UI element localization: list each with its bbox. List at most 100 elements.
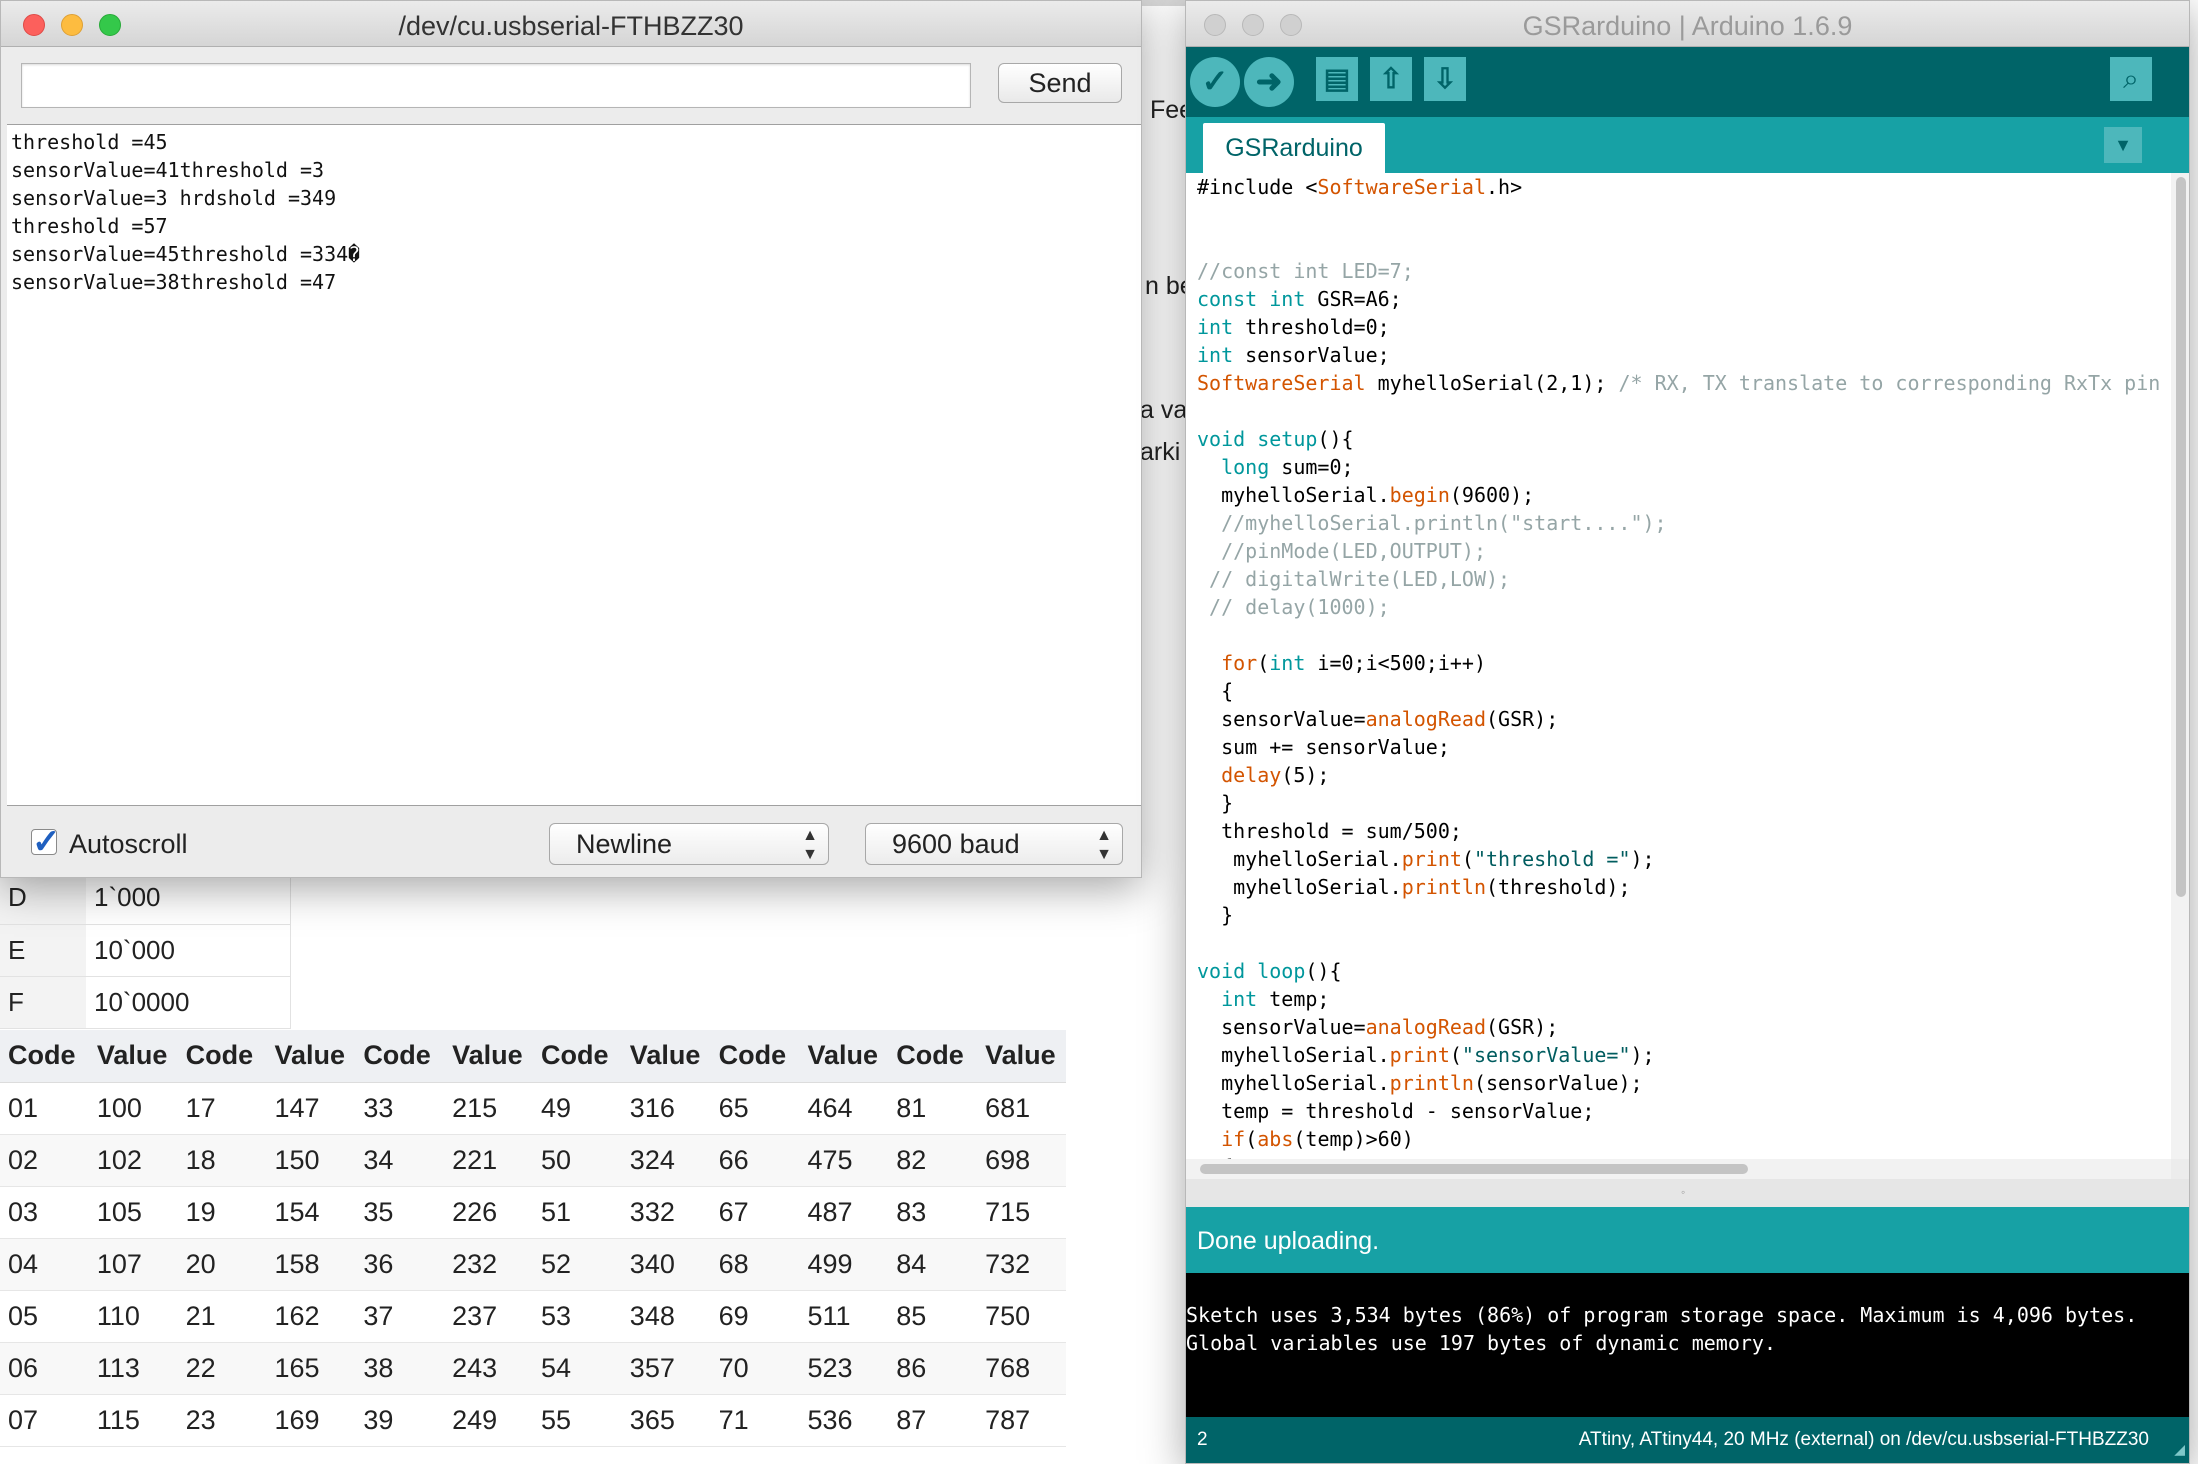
code-cell: 67 bbox=[710, 1186, 800, 1239]
code-token: ( bbox=[1257, 651, 1270, 675]
magnifier-icon: ⌕ bbox=[2123, 63, 2139, 94]
code-token: myhelloSerial(2,1); bbox=[1365, 371, 1619, 395]
value-cell: 715 bbox=[977, 1186, 1066, 1239]
tab-gsrarduino[interactable]: GSRarduino bbox=[1203, 123, 1385, 173]
value-cell: 243 bbox=[444, 1342, 533, 1395]
letter-code-cell: D bbox=[0, 872, 86, 925]
code-token: loop bbox=[1257, 959, 1306, 983]
multiplier-value-cell: 1`000 bbox=[86, 872, 291, 925]
baud-rate-select[interactable]: 9600 baud ▲ ▼ bbox=[865, 823, 1123, 865]
code-token: int bbox=[1269, 287, 1306, 311]
code-token: println bbox=[1401, 875, 1486, 899]
code-editor[interactable]: #include <SoftwareSerial.h> //const int … bbox=[1186, 173, 2171, 1159]
ide-footer: 2 ATtiny, ATtiny44, 20 MHz (external) on… bbox=[1186, 1417, 2189, 1463]
code-token: myhelloSerial. bbox=[1197, 875, 1402, 899]
serial-monitor-titlebar[interactable]: /dev/cu.usbserial-FTHBZZ30 bbox=[1, 1, 1141, 47]
value-cell: 475 bbox=[799, 1134, 889, 1187]
bg-text-fragment: arki bbox=[1140, 438, 1181, 466]
line-ending-select[interactable]: Newline ▲ ▼ bbox=[549, 823, 829, 865]
value-cell: 158 bbox=[266, 1238, 356, 1291]
save-sketch-button[interactable]: ⇩ bbox=[1424, 57, 1466, 101]
tab-menu-button[interactable]: ▼ bbox=[2104, 127, 2142, 163]
code-token: /* RX, TX translate to corresponding RxT… bbox=[1618, 371, 2161, 395]
new-sketch-button[interactable]: ▤ bbox=[1316, 57, 1358, 101]
line-ending-value: Newline bbox=[576, 829, 673, 859]
code-line: int threshold=0; bbox=[1186, 313, 2171, 341]
resize-grip-icon[interactable]: ◢ bbox=[2174, 1441, 2185, 1458]
code-cell: 81 bbox=[888, 1082, 978, 1135]
code-cell: 22 bbox=[177, 1342, 267, 1395]
code-token: (5); bbox=[1281, 763, 1330, 787]
arrow-right-icon: ➜ bbox=[1255, 63, 1283, 99]
code-token: temp; bbox=[1257, 987, 1330, 1011]
value-cell: 249 bbox=[444, 1394, 533, 1447]
serial-output-line: sensorValue=3 hrdshold =349 bbox=[11, 186, 337, 210]
value-cell: 107 bbox=[88, 1238, 178, 1291]
check-icon: ✓ bbox=[1201, 63, 1229, 99]
code-token: (GSR); bbox=[1486, 1015, 1559, 1039]
code-token: } bbox=[1197, 903, 1234, 927]
value-cell: 226 bbox=[444, 1186, 533, 1239]
serial-send-input[interactable] bbox=[21, 63, 971, 108]
code-cell: 71 bbox=[710, 1394, 800, 1447]
board-info: ATtiny, ATtiny44, 20 MHz (external) on /… bbox=[1578, 1429, 2149, 1450]
column-header: Value bbox=[621, 1030, 711, 1083]
column-header: Code bbox=[0, 1030, 89, 1083]
console-line: Global variables use 197 bytes of dynami… bbox=[1186, 1331, 1777, 1355]
ide-titlebar[interactable]: GSRarduino | Arduino 1.6.9 bbox=[1186, 1, 2189, 47]
code-cell: 05 bbox=[0, 1290, 89, 1343]
code-line: } bbox=[1186, 789, 2171, 817]
code-token: setup bbox=[1257, 427, 1318, 451]
code-token: analogRead bbox=[1365, 1015, 1486, 1039]
code-line: } bbox=[1186, 901, 2171, 929]
code-cell: 70 bbox=[710, 1342, 800, 1395]
code-token: analogRead bbox=[1365, 707, 1486, 731]
value-cell: 237 bbox=[444, 1290, 533, 1343]
code-line: temp = threshold - sensorValue; bbox=[1186, 1097, 2171, 1125]
serial-monitor-window: /dev/cu.usbserial-FTHBZZ30 Send threshol… bbox=[0, 0, 1142, 878]
code-token: int bbox=[1221, 987, 1258, 1011]
editor-console-divider[interactable]: ◦ bbox=[1186, 1179, 2189, 1207]
table-row: 07 115 23 169 39 249 55 365 71 536 87 787 bbox=[0, 1394, 1066, 1447]
serial-output-line: threshold =57 bbox=[11, 214, 168, 238]
scrollbar-thumb[interactable] bbox=[2176, 177, 2186, 897]
code-cell: 23 bbox=[177, 1394, 267, 1447]
editor-vertical-scrollbar[interactable] bbox=[2171, 173, 2189, 1159]
send-button[interactable]: Send bbox=[998, 63, 1122, 103]
code-token: myhelloSerial. bbox=[1197, 483, 1390, 507]
autoscroll-checkbox[interactable]: ✓ bbox=[31, 823, 61, 861]
code-token: sensorValue; bbox=[1233, 343, 1390, 367]
output-console[interactable]: Sketch uses 3,534 bytes (86%) of program… bbox=[1186, 1273, 2189, 1417]
verify-button[interactable]: ✓ bbox=[1190, 57, 1240, 107]
code-token: sensorValue= bbox=[1197, 707, 1366, 731]
code-cell: 34 bbox=[355, 1134, 445, 1187]
code-cell: 65 bbox=[710, 1082, 800, 1135]
drag-handle-icon[interactable]: ◦ bbox=[1681, 1185, 1685, 1199]
value-cell: 357 bbox=[621, 1342, 711, 1395]
serial-output-area[interactable]: threshold =45 sensorValue=41threshold =3 s… bbox=[7, 124, 1141, 806]
code-token: myhelloSerial. bbox=[1197, 1071, 1390, 1095]
upload-button[interactable]: ➜ bbox=[1244, 57, 1294, 107]
value-cell: 150 bbox=[266, 1134, 356, 1187]
value-cell: 511 bbox=[799, 1290, 889, 1343]
scrollbar-thumb[interactable] bbox=[1200, 1164, 1748, 1174]
code-token: SoftwareSerial bbox=[1317, 175, 1486, 199]
editor-horizontal-scrollbar[interactable] bbox=[1186, 1159, 2171, 1179]
serial-monitor-button[interactable]: ⌕ bbox=[2110, 57, 2152, 101]
code-cell: 04 bbox=[0, 1238, 89, 1291]
code-line: int sensorValue; bbox=[1186, 341, 2171, 369]
column-header: Code bbox=[355, 1030, 445, 1083]
code-cell: 82 bbox=[888, 1134, 978, 1187]
code-token: //myhelloSerial.println("start...."); bbox=[1197, 511, 1667, 535]
code-token: .h> bbox=[1486, 175, 1523, 199]
code-cell: 38 bbox=[355, 1342, 445, 1395]
code-cell: 02 bbox=[0, 1134, 89, 1187]
arrow-up-icon: ⇧ bbox=[1379, 63, 1403, 94]
open-sketch-button[interactable]: ⇧ bbox=[1370, 57, 1412, 101]
value-cell: 102 bbox=[88, 1134, 178, 1187]
